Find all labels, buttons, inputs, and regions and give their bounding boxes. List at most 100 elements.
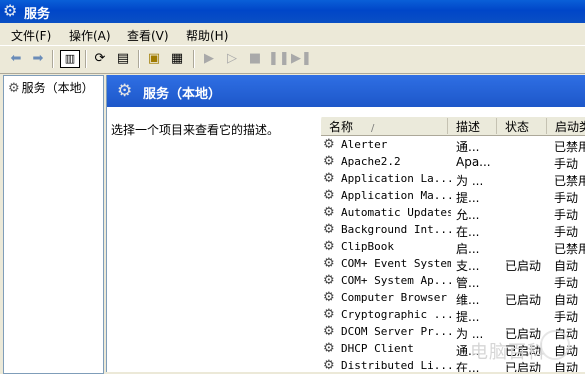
service-description: 允... [456,208,480,222]
column-description-label: 描述 [456,120,481,134]
service-gear-icon: ⚙ [323,341,335,356]
service-startup-type: 手动 [554,276,579,290]
service-gear-icon: ⚙ [323,290,335,305]
pause-icon[interactable]: ❚❚ [268,50,290,68]
service-gear-icon: ⚙ [323,222,335,237]
column-status-label: 状态 [505,120,530,134]
service-gear-icon: ⚙ [323,273,335,288]
details-pane: ⚙ 服务（本地） 选择一个项目来查看它的描述。 名称 / 描述 状态 启动类 ⚙ A… [106,75,585,372]
service-description: 启... [456,242,480,256]
toolbar: ⬅ ➡ ▥ ⟳ ▤ ▣ ▦ ▶ ▷ ■ ❚❚ ▶❚ [0,45,585,74]
service-name: DCOM Server Pr... [341,325,451,338]
service-row[interactable]: ⚙ ClipBook 启... 已禁用 [321,239,585,256]
service-description: 维... [456,293,480,307]
service-startup-type: 自动 [554,361,579,372]
service-gear-icon: ⚙ [323,307,335,322]
service-row[interactable]: ⚙ Cryptographic ... 提... 手动 [321,307,585,324]
service-description: 在... [456,225,480,239]
service-description: 通... [456,140,480,154]
menu-help[interactable]: 帮助(H) [186,27,228,44]
pane-title: 服务（本地） [143,87,222,102]
menu-file[interactable]: 文件(F) [11,27,51,44]
toolbar-separator [85,50,87,68]
service-row[interactable]: ⚙ COM+ System Ap... 管... 手动 [321,273,585,290]
watermark: 电脑百科 [470,342,546,363]
show-hide-tree-icon[interactable]: ▥ [60,50,80,68]
menu-bar: 文件(F) 操作(A) 查看(V) 帮助(H) [0,24,585,44]
service-gear-icon: ⚙ [323,358,335,372]
service-description: 为 ... [456,174,484,188]
pane-header: ⚙ 服务（本地） [107,75,585,107]
service-description: 支... [456,259,480,273]
column-name-label: 名称 [329,120,354,134]
service-row[interactable]: ⚙ Alerter 通... 已禁用 [321,137,585,154]
start-alt-icon[interactable]: ▷ [222,50,242,68]
tree-node-services-local[interactable]: ⚙ 服务（本地） [8,79,94,96]
column-name[interactable]: 名称 / [321,118,448,134]
console-tree: ⚙ 服务（本地） [3,75,104,374]
service-description: 管... [456,276,480,290]
service-gear-icon: ⚙ [323,154,335,169]
service-startup-type: 手动 [554,191,579,205]
tree-node-label: 服务（本地） [21,81,94,95]
menu-view[interactable]: 查看(V) [127,27,169,44]
service-gear-icon: ⚙ [323,324,335,339]
service-row[interactable]: ⚙ Apache2.2 Apa... 手动 [321,154,585,171]
service-name: DHCP Client [341,342,414,355]
service-name: Application La... [341,172,451,185]
service-name: Background Int... [341,223,451,236]
gears-icon: ⚙ [3,1,18,20]
column-status[interactable]: 状态 [497,118,547,134]
watermark-logo [540,330,570,360]
service-row[interactable]: ⚙ Application Ma... 提... 手动 [321,188,585,205]
service-row[interactable]: ⚙ Computer Browser 维... 已启动 自动 [321,290,585,307]
service-startup-type: 已禁用 [554,140,585,154]
service-startup-type: 手动 [554,157,579,171]
service-row[interactable]: ⚙ COM+ Event System 支... 已启动 自动 [321,256,585,273]
stop-icon[interactable]: ■ [245,50,265,68]
service-startup-type: 手动 [554,310,579,324]
description-prompt: 选择一个项目来查看它的描述。 [111,123,280,137]
service-startup-type: 已禁用 [554,242,585,256]
service-name: Computer Browser [341,291,447,304]
menu-action[interactable]: 操作(A) [69,27,111,44]
service-status: 已启动 [505,293,542,307]
service-gear-icon: ⚙ [323,188,335,203]
title-bar: ⚙ 服务 [0,0,585,23]
service-name: COM+ System Ap... [341,274,451,287]
sort-indicator: / [371,123,375,134]
refresh-icon[interactable]: ⟳ [90,50,110,68]
service-name: Cryptographic ... [341,308,451,321]
service-gear-icon: ⚙ [323,171,335,186]
service-row[interactable]: ⚙ Application La... 为 ... 已禁用 [321,171,585,188]
column-startup-label: 启动类 [555,120,585,134]
service-description: 提... [456,310,480,324]
toolbar-separator [138,50,140,68]
service-description: Apa... [456,155,491,169]
service-row[interactable]: ⚙ Automatic Updates 允... 手动 [321,205,585,222]
service-status: 已启动 [505,259,542,273]
service-startup-type: 已禁用 [554,174,585,188]
service-startup-type: 手动 [554,225,579,239]
service-name: Distributed Li... [341,359,451,372]
column-header-row: 名称 / 描述 状态 启动类 [321,117,585,136]
properties-icon[interactable]: ▣ [144,50,164,68]
restart-icon[interactable]: ▶❚ [291,50,312,68]
service-startup-type: 手动 [554,208,579,222]
export-list-icon[interactable]: ▤ [113,50,133,68]
forward-arrow-icon[interactable]: ➡ [28,50,48,68]
service-name: Automatic Updates [341,206,451,219]
column-description[interactable]: 描述 [448,118,497,134]
service-gear-icon: ⚙ [323,137,335,152]
help-icon[interactable]: ▦ [167,50,187,68]
gears-icon: ⚙ [117,81,133,101]
service-startup-type: 自动 [554,259,579,273]
service-gear-icon: ⚙ [323,205,335,220]
service-gear-icon: ⚙ [323,239,335,254]
service-row[interactable]: ⚙ Background Int... 在... 手动 [321,222,585,239]
service-name: ClipBook [341,240,394,253]
column-startup[interactable]: 启动类 [547,118,585,134]
back-arrow-icon[interactable]: ⬅ [6,50,26,68]
start-icon[interactable]: ▶ [199,50,219,68]
service-name: Apache2.2 [341,155,401,168]
